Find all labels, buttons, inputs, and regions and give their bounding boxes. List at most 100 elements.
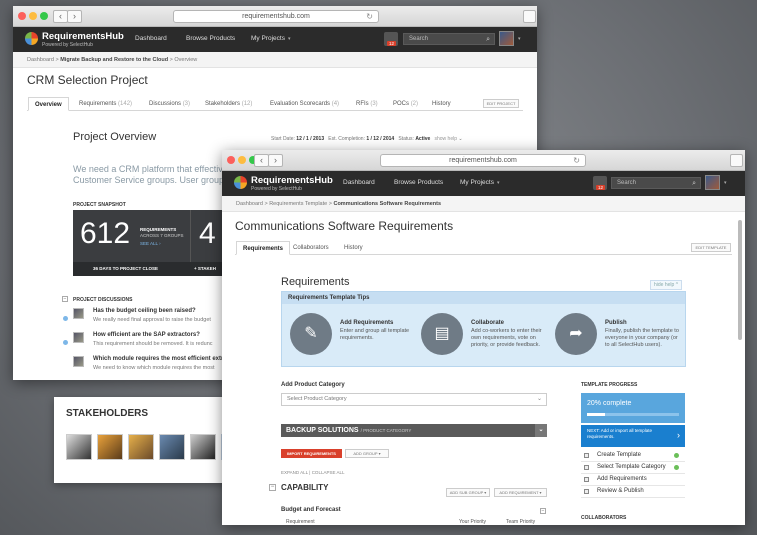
tab-collaborators[interactable]: Collaborators bbox=[293, 241, 329, 255]
discussion-question[interactable]: How efficient are the SAP extractors? bbox=[93, 332, 200, 338]
see-all-link[interactable]: SEE ALL › bbox=[140, 241, 161, 246]
avatar[interactable] bbox=[190, 434, 216, 460]
avatar[interactable] bbox=[499, 31, 514, 46]
nav-dashboard[interactable]: Dashboard bbox=[135, 35, 167, 42]
discussion-question[interactable]: Which module requires the most efficient… bbox=[93, 356, 227, 362]
tip-title: Add Requirements bbox=[340, 320, 394, 326]
breadcrumb-project[interactable]: Migrate Backup and Restore to the Cloud bbox=[60, 57, 168, 63]
collapse-toggle[interactable]: − bbox=[269, 484, 276, 491]
new-tab-button[interactable] bbox=[523, 10, 536, 23]
back-arrow-icon[interactable]: ‹ bbox=[254, 154, 269, 167]
nav-my-projects[interactable]: My Projects bbox=[251, 35, 285, 42]
cart-icon[interactable]: 12 bbox=[384, 32, 398, 46]
avatar[interactable] bbox=[159, 434, 185, 460]
unread-dot bbox=[63, 340, 68, 345]
next-step-banner[interactable]: NEXT: Add or import all template require… bbox=[581, 425, 685, 447]
new-tab-button[interactable] bbox=[730, 154, 743, 167]
tab-discussions[interactable]: Discussions (3) bbox=[149, 97, 190, 111]
project-description: We need a CRM platform that effective Cus… bbox=[73, 164, 229, 185]
collapse-toggle[interactable]: − bbox=[540, 508, 546, 514]
step-checkbox-icon bbox=[584, 453, 589, 458]
close-dot-icon[interactable] bbox=[227, 156, 235, 164]
scrollbar[interactable] bbox=[738, 220, 742, 340]
reload-icon[interactable]: ↻ bbox=[573, 155, 580, 167]
divider bbox=[581, 485, 685, 486]
chevron-down-icon: ▾ bbox=[288, 36, 291, 42]
nav-dashboard[interactable]: Dashboard bbox=[343, 179, 375, 186]
progress-step[interactable]: Review & Publish bbox=[597, 488, 644, 494]
expand-all-link[interactable]: EXPAND ALL bbox=[281, 470, 308, 475]
avatar[interactable] bbox=[705, 175, 720, 190]
chevron-down-icon[interactable]: ⌄ bbox=[535, 424, 547, 437]
reload-icon[interactable]: ↻ bbox=[366, 11, 373, 23]
show-help-link[interactable]: show help bbox=[435, 136, 458, 142]
add-group-button[interactable]: ADD GROUP ▾ bbox=[345, 449, 389, 458]
breadcrumb-template[interactable]: Requirements Template bbox=[269, 201, 327, 207]
progress-step[interactable]: Create Template bbox=[597, 452, 641, 458]
nav-browse-products[interactable]: Browse Products bbox=[186, 35, 235, 42]
edit-project-button[interactable]: EDIT PROJECT bbox=[483, 99, 519, 108]
cart-icon[interactable]: 12 bbox=[593, 176, 607, 190]
back-arrow-icon[interactable]: ‹ bbox=[53, 10, 68, 23]
avatar[interactable] bbox=[97, 434, 123, 460]
search-input[interactable]: Search ⌕ bbox=[611, 177, 701, 189]
avatar bbox=[73, 332, 84, 343]
progress-step[interactable]: Add Requirements bbox=[597, 476, 647, 482]
close-dot-icon[interactable] bbox=[18, 12, 26, 20]
tab-evaluation-scorecards[interactable]: Evaluation Scorecards (4) bbox=[270, 97, 339, 111]
add-sub-group-button[interactable]: ADD SUB GROUP ▾ bbox=[446, 488, 490, 497]
edit-template-button[interactable]: EDIT TEMPLATE bbox=[691, 243, 731, 252]
chevron-down-icon: ▾ bbox=[497, 180, 500, 186]
tab-history[interactable]: History bbox=[432, 97, 451, 111]
minimize-dot-icon[interactable] bbox=[29, 12, 37, 20]
progress-box: 20% complete bbox=[581, 393, 685, 423]
add-requirement-button[interactable]: ADD REQUIREMENT ▾ bbox=[494, 488, 547, 497]
tab-stakeholders[interactable]: Stakeholders (12) bbox=[205, 97, 252, 111]
collapse-all-link[interactable]: COLLAPSE ALL bbox=[312, 470, 345, 475]
search-icon[interactable]: ⌕ bbox=[486, 34, 490, 45]
breadcrumb-current: Overview bbox=[174, 57, 198, 63]
address-bar[interactable]: requirementshub.com ↻ bbox=[380, 154, 586, 167]
avatar[interactable] bbox=[128, 434, 154, 460]
avatar bbox=[73, 356, 84, 367]
tab-overview[interactable]: Overview bbox=[28, 97, 69, 111]
add-stakeholder-link[interactable]: + STAKEH bbox=[194, 266, 216, 271]
logo-subtitle: Powered by SelectHub bbox=[42, 42, 93, 48]
step-checkbox-icon bbox=[584, 465, 589, 470]
tip-title: Publish bbox=[605, 320, 627, 326]
tab-requirements[interactable]: Requirements (142) bbox=[79, 97, 132, 111]
discussion-preview: We need to know which module requires th… bbox=[93, 365, 215, 371]
zoom-dot-icon[interactable] bbox=[40, 12, 48, 20]
tab-history[interactable]: History bbox=[344, 241, 363, 255]
nav-browse-products[interactable]: Browse Products bbox=[394, 179, 443, 186]
avatar[interactable] bbox=[66, 434, 92, 460]
minimize-dot-icon[interactable] bbox=[238, 156, 246, 164]
breadcrumb-dashboard[interactable]: Dashboard bbox=[236, 201, 263, 207]
hide-help-link[interactable]: hide help ^ bbox=[650, 280, 683, 290]
import-requirements-button[interactable]: IMPORT REQUIREMENTS bbox=[281, 449, 342, 458]
tab-rfis[interactable]: RFIs (3) bbox=[356, 97, 378, 111]
chevron-up-icon: ^ bbox=[675, 282, 679, 288]
nav-my-projects[interactable]: My Projects bbox=[460, 179, 494, 186]
chevron-down-icon[interactable]: ▾ bbox=[724, 180, 727, 186]
breadcrumb-dashboard[interactable]: Dashboard bbox=[27, 57, 54, 63]
progress-heading: TEMPLATE PROGRESS bbox=[581, 382, 638, 388]
collapse-toggle[interactable]: − bbox=[62, 296, 68, 302]
progress-step[interactable]: Select Template Category bbox=[597, 464, 666, 470]
logo-icon bbox=[25, 32, 38, 45]
collaborators-heading: COLLABORATORS bbox=[581, 515, 627, 521]
address-bar[interactable]: requirementshub.com ↻ bbox=[173, 10, 379, 23]
product-category-select[interactable]: Select Product Category ⌄ bbox=[281, 393, 547, 406]
avatar bbox=[73, 308, 84, 319]
chevron-down-icon[interactable]: ▾ bbox=[518, 36, 521, 42]
tips-heading: Requirements Template Tips bbox=[282, 292, 685, 304]
search-input[interactable]: Search ⌕ bbox=[403, 33, 495, 45]
forward-arrow-icon[interactable]: › bbox=[67, 10, 82, 23]
forward-arrow-icon[interactable]: › bbox=[268, 154, 283, 167]
discussion-question[interactable]: Has the budget ceiling been raised? bbox=[93, 308, 196, 314]
tab-pocs[interactable]: POCs (2) bbox=[393, 97, 418, 111]
search-icon[interactable]: ⌕ bbox=[692, 178, 696, 189]
discussions-heading: PROJECT DISCUSSIONS bbox=[73, 297, 133, 303]
tab-requirements[interactable]: Requirements bbox=[236, 241, 291, 255]
discussion-preview: This requirement should be removed. It i… bbox=[93, 341, 213, 347]
